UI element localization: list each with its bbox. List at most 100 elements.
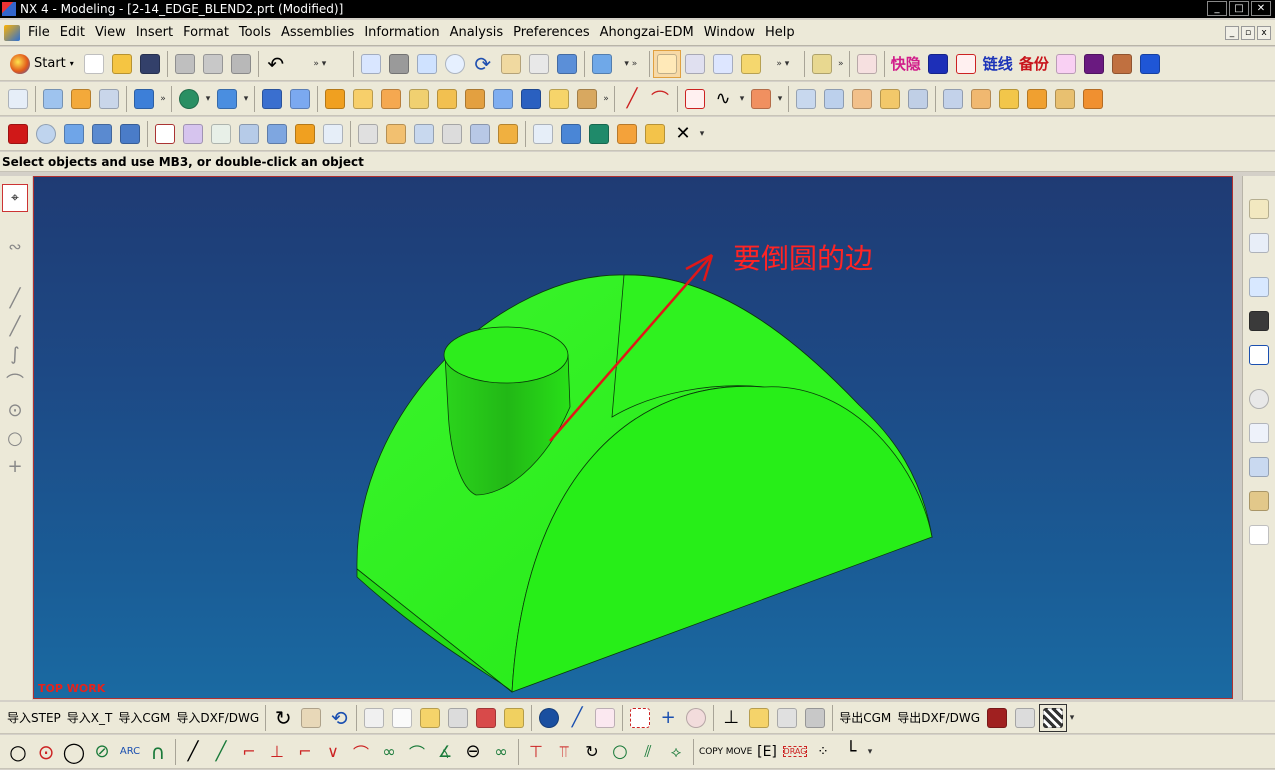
circle-break-button[interactable]: ○ [606,738,634,766]
maximize-button[interactable]: □ [1229,1,1249,16]
edge-blend-button[interactable] [321,85,349,113]
hatch-button[interactable]: ⫽ [634,738,662,766]
zoom-window-button[interactable] [385,50,413,78]
polygon-button[interactable] [681,85,709,113]
text-align-button[interactable] [360,704,388,732]
wrap-button[interactable] [179,120,207,148]
refresh-button[interactable]: ↻ [269,704,297,732]
circle-on-curve-button[interactable]: ⊘ [88,738,116,766]
copy-layer-button[interactable] [388,704,416,732]
graphics-window[interactable]: 要倒圆的边 TOP WORK [33,176,1233,699]
plug-button[interactable] [983,704,1011,732]
paste-button[interactable] [227,50,255,78]
menu-tools[interactable]: Tools [234,25,276,40]
dotted-frame-button[interactable] [626,704,654,732]
fillet-button[interactable]: ⌒ [403,738,431,766]
extend-button[interactable]: ⫪ [550,738,578,766]
extend-sheet-button[interactable] [995,85,1023,113]
doc-restore-button[interactable]: ▫ [1241,26,1255,40]
minimize-button[interactable]: _ [1207,1,1227,16]
line-arc-button[interactable]: ⌒ [347,738,375,766]
pan-button[interactable] [497,50,525,78]
close-button[interactable]: ✕ [1251,1,1271,16]
start-button[interactable]: Start ▾ [4,50,80,78]
circle-center-button[interactable]: ⊙ [2,396,28,424]
undo-button[interactable]: ↶ [262,50,290,78]
print-button[interactable] [1011,704,1039,732]
bracket-button[interactable]: [E] [753,738,781,766]
offset-face-button[interactable] [405,85,433,113]
export-dxf-dwg-button[interactable]: 导出DXF/DWG [894,709,983,726]
trim-body-button[interactable] [466,120,494,148]
menu-help[interactable]: Help [760,25,800,40]
studio-surface-button[interactable] [904,85,932,113]
assembly-navigator-tab[interactable] [1245,194,1273,224]
fit-button[interactable] [357,50,385,78]
menu-insert[interactable]: Insert [131,25,178,40]
system-scenes-tab[interactable] [1245,520,1273,550]
block-button[interactable] [130,85,158,113]
trim-button[interactable]: ⊤ [522,738,550,766]
sketch-plane-button[interactable] [1052,50,1080,78]
view-button[interactable] [553,50,581,78]
break-button[interactable]: ↻ [578,738,606,766]
patch-button[interactable] [1079,85,1107,113]
draft-button[interactable] [433,85,461,113]
pad-button[interactable] [545,85,573,113]
coordinate-button[interactable] [709,50,737,78]
thicken-button[interactable] [60,120,88,148]
boss-button[interactable] [489,85,517,113]
shell-button[interactable] [258,85,286,113]
blue-square-button[interactable] [924,50,952,78]
zoom-area-button[interactable] [413,50,441,78]
open-file-button[interactable] [108,50,136,78]
bounded-plane-button[interactable] [939,85,967,113]
menu-analysis[interactable]: Analysis [445,25,509,40]
circle-button[interactable]: ○ [4,738,32,766]
orange-cube-button[interactable] [613,120,641,148]
globe-button[interactable] [535,704,563,732]
book-button[interactable] [319,120,347,148]
pocket-button[interactable] [517,85,545,113]
new-file-button[interactable] [80,50,108,78]
cylinder-button[interactable] [557,120,585,148]
plus-button[interactable]: + [654,704,682,732]
backup-button[interactable]: 备份 [1016,53,1052,74]
import-xt-button[interactable]: 导入X_T [64,709,116,726]
line-sketch-button[interactable]: ╱ [179,738,207,766]
cylinder-row-button[interactable] [382,120,410,148]
menu-edit[interactable]: Edit [55,25,90,40]
move-text-button[interactable]: MOVE [725,738,753,766]
split-body-button[interactable] [410,120,438,148]
edit-button[interactable] [801,704,829,732]
save-button[interactable] [136,50,164,78]
ellipse-button[interactable]: ⊖ [459,738,487,766]
render-style-button[interactable] [588,50,616,78]
spiral-button[interactable] [151,120,179,148]
cube-blue-button[interactable] [1136,50,1164,78]
spline-button[interactable]: ∿ [709,85,737,113]
import-cgm-button[interactable]: 导入CGM [115,709,173,726]
plane-button[interactable] [952,50,980,78]
striped-cube-button[interactable] [641,120,669,148]
import-dxf-dwg-button[interactable]: 导入DXF/DWG [173,709,262,726]
hollow-button[interactable] [286,85,314,113]
zoom-button[interactable] [441,50,469,78]
sew-button[interactable] [1051,85,1079,113]
chain-line-button[interactable]: 链线 [980,53,1016,74]
x-axis-button[interactable]: ✕ [669,120,697,148]
rotate-button[interactable]: ⟳ [469,50,497,78]
menu-assemblies[interactable]: Assemblies [276,25,359,40]
face-blend-button[interactable] [349,85,377,113]
revolve-button[interactable] [95,85,123,113]
cylinder-frame-button[interactable] [529,120,557,148]
extract-button[interactable] [88,120,116,148]
instance-button[interactable] [116,120,144,148]
selection-filter-button[interactable] [681,50,709,78]
line-tangent-button[interactable]: ⌐ [235,738,263,766]
training-tab[interactable] [1245,306,1273,336]
arch-button[interactable]: ∩ [144,738,172,766]
menu-information[interactable]: Information [359,25,444,40]
internet-explorer-tab[interactable] [1245,272,1273,302]
arc-tool-button[interactable]: ⌒ [2,368,28,396]
